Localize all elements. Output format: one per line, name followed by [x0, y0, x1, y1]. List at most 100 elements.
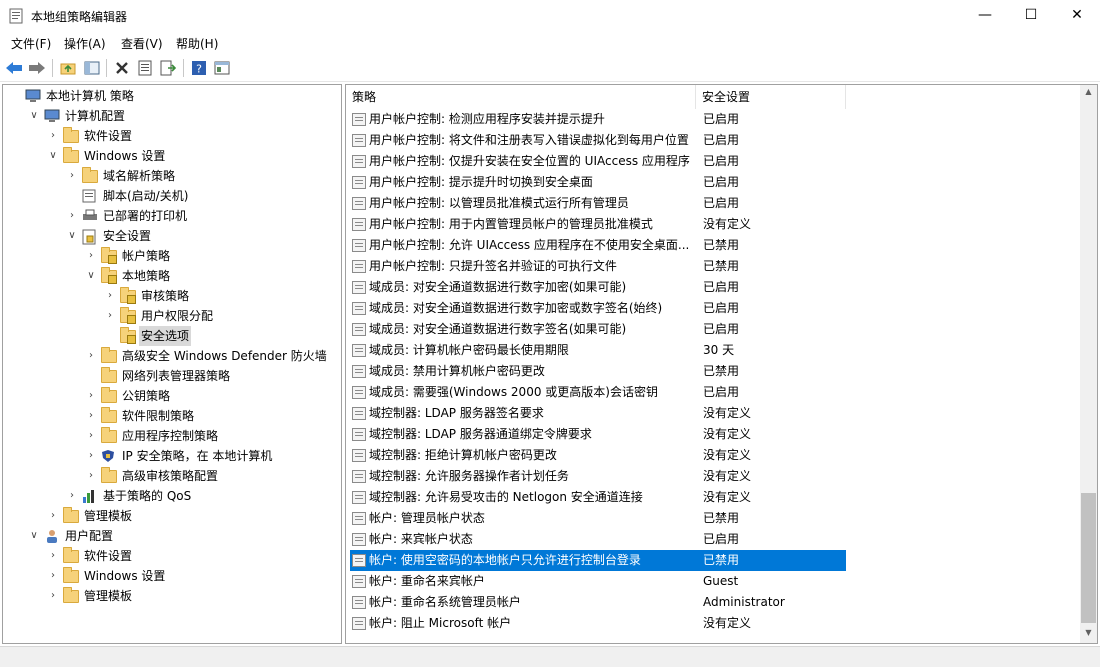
tree-item[interactable]: 网络列表管理器策略	[3, 366, 341, 386]
menu-action[interactable]: 操作(A)	[64, 35, 106, 52]
collapse-chevron-icon[interactable]: ∨	[66, 226, 78, 246]
help-icon[interactable]: ?	[189, 58, 209, 78]
policy-row[interactable]: 用户帐户控制: 以管理员批准模式运行所有管理员 已启用	[350, 193, 1080, 214]
policy-row[interactable]: 域控制器: LDAP 服务器通道绑定令牌要求 没有定义	[350, 424, 1080, 445]
expand-chevron-icon[interactable]: ›	[66, 486, 78, 506]
tree-item[interactable]: › 软件设置	[3, 126, 341, 146]
policy-row[interactable]: 域成员: 需要强(Windows 2000 或更高版本)会话密钥 已启用	[350, 382, 1080, 403]
tree-item[interactable]: › 应用程序控制策略	[3, 426, 341, 446]
properties-icon[interactable]	[135, 58, 155, 78]
expand-chevron-icon[interactable]: ›	[47, 506, 59, 526]
policy-row[interactable]: 域成员: 对安全通道数据进行数字签名(如果可能) 已启用	[350, 319, 1080, 340]
expand-chevron-icon[interactable]: ›	[85, 426, 97, 446]
expand-chevron-icon[interactable]: ›	[85, 466, 97, 486]
policy-row[interactable]: 用户帐户控制: 允许 UIAccess 应用程序在不使用安全桌面... 已禁用	[350, 235, 1080, 256]
up-folder-icon[interactable]	[58, 58, 78, 78]
folder-icon	[63, 567, 79, 583]
policy-row[interactable]: 域成员: 对安全通道数据进行数字加密(如果可能) 已启用	[350, 277, 1080, 298]
collapse-chevron-icon[interactable]: ∨	[47, 146, 59, 166]
expand-chevron-icon[interactable]: ›	[104, 286, 116, 306]
column-header-setting[interactable]: 安全设置	[696, 85, 846, 109]
expand-chevron-icon[interactable]: ›	[66, 166, 78, 186]
tree-item[interactable]: 脚本(启动/关机)	[3, 186, 341, 206]
menu-help[interactable]: 帮助(H)	[176, 35, 218, 52]
policy-row[interactable]: 帐户: 使用空密码的本地帐户只允许进行控制台登录 已禁用	[350, 550, 846, 571]
tree-item[interactable]: ∨ 计算机配置	[3, 106, 341, 126]
policy-row[interactable]: 用户帐户控制: 用于内置管理员帐户的管理员批准模式 没有定义	[350, 214, 1080, 235]
policy-row[interactable]: 用户帐户控制: 只提升签名并验证的可执行文件 已禁用	[350, 256, 1080, 277]
policy-setting-icon	[352, 281, 366, 294]
policy-row[interactable]: 帐户: 重命名来宾帐户 Guest	[350, 571, 1080, 592]
expand-chevron-icon[interactable]: ›	[66, 206, 78, 226]
tree-item[interactable]: 安全选项	[3, 326, 341, 346]
console-tree[interactable]: 本地计算机 策略 ∨ 计算机配置 › 软件设置 ∨ Windows 设置 › 域名解析策略 脚本(…	[2, 84, 342, 644]
tree-item[interactable]: ∨ 安全设置	[3, 226, 341, 246]
policy-row[interactable]: 域控制器: 拒绝计算机帐户密码更改 没有定义	[350, 445, 1080, 466]
policy-row[interactable]: 用户帐户控制: 提示提升时切换到安全桌面 已启用	[350, 172, 1080, 193]
expand-chevron-icon[interactable]: ›	[85, 446, 97, 466]
tree-item[interactable]: › 公钥策略	[3, 386, 341, 406]
show-hide-tree-icon[interactable]	[82, 58, 102, 78]
tree-item[interactable]: ∨ 本地策略	[3, 266, 341, 286]
menu-file[interactable]: 文件(F)	[11, 35, 51, 52]
policy-row[interactable]: 域成员: 对安全通道数据进行数字加密或数字签名(始终) 已启用	[350, 298, 1080, 319]
vertical-scrollbar[interactable]: ▲ ▼	[1080, 85, 1097, 643]
scroll-down-arrow[interactable]: ▼	[1080, 628, 1097, 637]
collapse-chevron-icon[interactable]: ∨	[28, 106, 40, 126]
policy-row[interactable]: 帐户: 管理员帐户状态 已禁用	[350, 508, 1080, 529]
back-arrow-icon[interactable]	[4, 58, 24, 78]
tree-item-label: 管理模板	[84, 589, 133, 603]
tree-item[interactable]: › 域名解析策略	[3, 166, 341, 186]
tree-item[interactable]: › 已部署的打印机	[3, 206, 341, 226]
tree-item[interactable]: › 软件设置	[3, 546, 341, 566]
tree-item[interactable]: › 帐户策略	[3, 246, 341, 266]
tree-item[interactable]: › IP 安全策略，在 本地计算机	[3, 446, 341, 466]
minimize-button[interactable]: —	[962, 0, 1008, 30]
scroll-thumb[interactable]	[1081, 493, 1096, 623]
policy-row[interactable]: 帐户: 来宾帐户状态 已启用	[350, 529, 1080, 550]
tree-item[interactable]: › 高级审核策略配置	[3, 466, 341, 486]
policy-row[interactable]: 用户帐户控制: 检测应用程序安装并提示提升 已启用	[350, 109, 1080, 130]
tree-item[interactable]: › 高级安全 Windows Defender 防火墙	[3, 346, 341, 366]
tree-item[interactable]: ∨ Windows 设置	[3, 146, 341, 166]
delete-icon[interactable]	[112, 58, 132, 78]
policy-row[interactable]: 域控制器: 允许服务器操作者计划任务 没有定义	[350, 466, 1080, 487]
expand-chevron-icon[interactable]: ›	[85, 406, 97, 426]
menu-view[interactable]: 查看(V)	[121, 35, 163, 52]
expand-chevron-icon[interactable]: ›	[47, 586, 59, 606]
expand-chevron-icon[interactable]: ›	[104, 306, 116, 326]
tree-item[interactable]: 本地计算机 策略	[3, 86, 341, 106]
close-button[interactable]: ✕	[1054, 0, 1100, 30]
tree-item[interactable]: ∨ 用户配置	[3, 526, 341, 546]
expand-chevron-icon[interactable]: ›	[85, 386, 97, 406]
tree-item[interactable]: › 审核策略	[3, 286, 341, 306]
expand-chevron-icon[interactable]: ›	[47, 126, 59, 146]
filter-icon[interactable]	[212, 58, 232, 78]
tree-item-label: 软件设置	[84, 129, 133, 143]
export-list-icon[interactable]	[158, 58, 178, 78]
policy-row[interactable]: 域控制器: 允许易受攻击的 Netlogon 安全通道连接 没有定义	[350, 487, 1080, 508]
expand-chevron-icon[interactable]: ›	[47, 566, 59, 586]
policy-row[interactable]: 域控制器: LDAP 服务器签名要求 没有定义	[350, 403, 1080, 424]
tree-item[interactable]: › 管理模板	[3, 586, 341, 606]
tree-item[interactable]: › 用户权限分配	[3, 306, 341, 326]
expand-chevron-icon[interactable]: ›	[85, 246, 97, 266]
policy-row[interactable]: 域成员: 禁用计算机帐户密码更改 已禁用	[350, 361, 1080, 382]
policy-row[interactable]: 用户帐户控制: 仅提升安装在安全位置的 UIAccess 应用程序 已启用	[350, 151, 1080, 172]
scroll-up-arrow[interactable]: ▲	[1080, 87, 1097, 96]
expand-chevron-icon[interactable]: ›	[47, 546, 59, 566]
policy-row[interactable]: 帐户: 阻止 Microsoft 帐户 没有定义	[350, 613, 1080, 634]
expand-chevron-icon[interactable]: ›	[85, 346, 97, 366]
tree-item[interactable]: › Windows 设置	[3, 566, 341, 586]
maximize-button[interactable]: ☐	[1008, 0, 1054, 30]
policy-row[interactable]: 帐户: 重命名系统管理员帐户 Administrator	[350, 592, 1080, 613]
policy-row[interactable]: 用户帐户控制: 将文件和注册表写入错误虚拟化到每用户位置 已启用	[350, 130, 1080, 151]
tree-item[interactable]: › 管理模板	[3, 506, 341, 526]
tree-item[interactable]: › 基于策略的 QoS	[3, 486, 341, 506]
policy-row[interactable]: 域成员: 计算机帐户密码最长使用期限 30 天	[350, 340, 1080, 361]
collapse-chevron-icon[interactable]: ∨	[28, 526, 40, 546]
collapse-chevron-icon[interactable]: ∨	[85, 266, 97, 286]
policy-list[interactable]: 策略 ^ 安全设置 用户帐户控制: 检测应用程序安装并提示提升 已启用 用户帐户控制…	[345, 84, 1098, 644]
tree-item[interactable]: › 软件限制策略	[3, 406, 341, 426]
forward-arrow-icon[interactable]	[27, 58, 47, 78]
